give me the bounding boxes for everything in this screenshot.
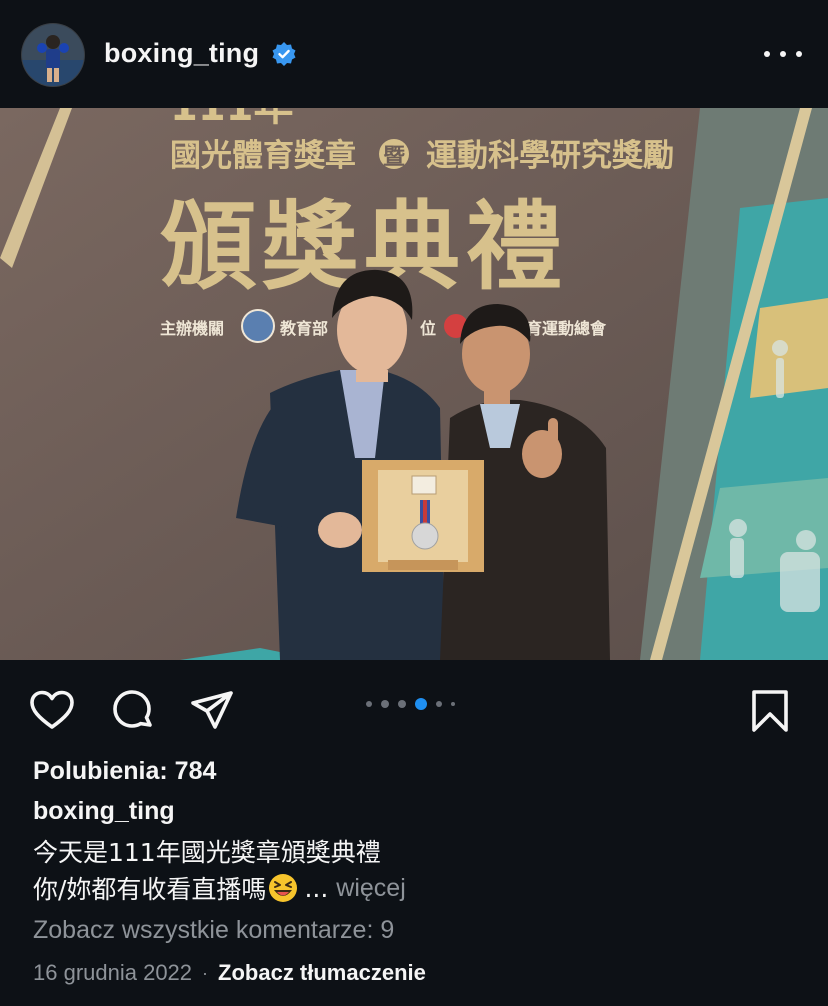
see-translation-link[interactable]: Zobacz tłumaczenie [218, 960, 426, 986]
caption-more-link[interactable]: więcej [336, 874, 405, 903]
carousel-dot [381, 700, 389, 708]
grinning-squinting-emoji-icon [269, 874, 298, 902]
heart-icon[interactable] [28, 687, 76, 735]
avatar[interactable] [22, 24, 84, 86]
verified-badge-icon [272, 42, 296, 66]
view-all-comments-link[interactable]: Zobacz wszystkie komentarze: 9 [33, 916, 394, 945]
photo-organizer-label: 主辦機關 [160, 319, 224, 338]
bookmark-icon[interactable] [746, 687, 794, 735]
more-options-button[interactable] [760, 40, 806, 68]
post-date: 16 grudnia 2022 [33, 960, 193, 985]
photo-subtitle-left: 國光體育獎章 [170, 138, 356, 174]
carousel-dot [451, 702, 455, 706]
likes-count[interactable]: Polubienia: 784 [33, 757, 216, 786]
caption-ellipsis: ... [304, 873, 329, 903]
meta-separator: · [202, 962, 209, 983]
post-header: boxing_ting [0, 0, 828, 108]
carousel-dot [436, 701, 442, 707]
photo-subtitle-mid: 暨 [383, 145, 405, 170]
more-horizontal-icon [764, 51, 770, 57]
carousel-dot [366, 701, 372, 707]
post-photo[interactable]: 111年 國光體育獎章 暨 運動科學研究獎勵 頒獎典禮 主辦機關 教育部 位 國… [0, 108, 828, 660]
post-username[interactable]: boxing_ting [104, 38, 259, 69]
caption-username[interactable]: boxing_ting [33, 797, 175, 826]
post-meta: 16 grudnia 2022 · Zobacz tłumaczenie [33, 960, 426, 986]
caption-line-1: 今天是111年國光獎章頒獎典禮 [33, 838, 381, 867]
caption-line-2: 你/妳都有收看直播嗎 [33, 875, 267, 904]
medal-box [362, 460, 484, 572]
carousel-dot [398, 700, 406, 708]
photo-ministry: 教育部 [280, 319, 328, 338]
comment-icon[interactable] [108, 687, 156, 735]
photo-subtitle-right: 運動科學研究獎勵 [426, 138, 674, 174]
send-icon[interactable] [188, 687, 236, 735]
photo-year-text: 111年 [170, 108, 294, 130]
caption-line-2-row: 你/妳都有收看直播嗎 ... więcej [33, 870, 406, 906]
photo-unit-fragment: 位 [420, 319, 436, 338]
carousel-indicator [366, 698, 455, 710]
carousel-dot-active [415, 698, 427, 710]
